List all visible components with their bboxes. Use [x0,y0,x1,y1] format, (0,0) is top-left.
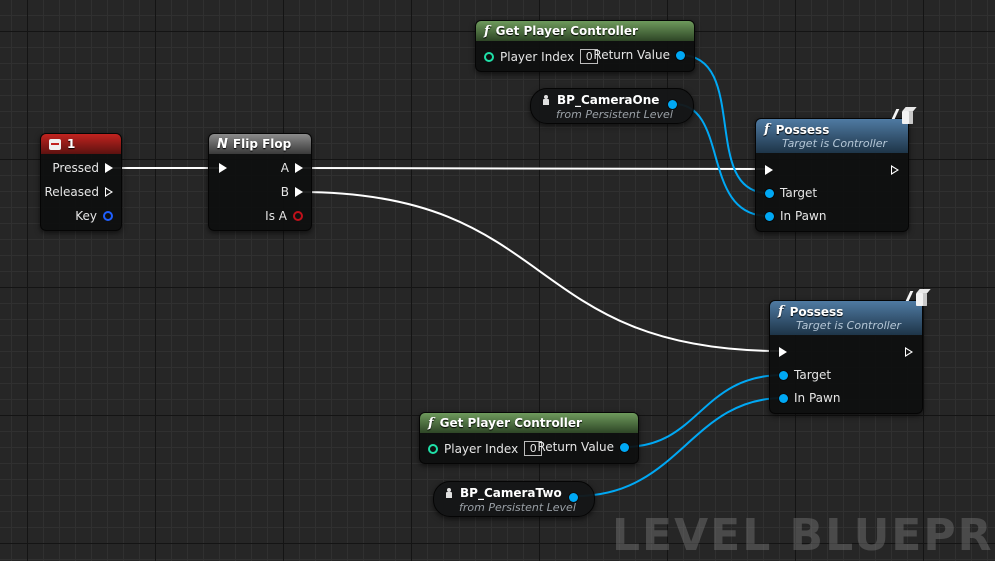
key-label: Key [75,209,97,223]
return-value-top-row: Return Value [593,48,685,62]
possess-top-header[interactable]: f Possess Target is Controller [756,119,908,153]
get-player-controller-top-title: Get Player Controller [495,24,638,38]
bp-camera-one-out-pin[interactable] [668,100,677,109]
flip-flop-is-a-row: Is A [265,209,303,223]
player-index-bottom-label: Player Index [444,441,519,456]
object-wire-camera-one-to-pawn-top[interactable] [673,103,769,217]
possess-top-title: Possess [775,122,830,137]
key-event-node[interactable]: 1 Pressed Released Key [40,133,122,231]
possess-top-exec-out-row [891,165,899,175]
key-event-title: 1 [67,137,76,151]
get-player-controller-bottom-header[interactable]: f Get Player Controller [420,413,638,433]
function-icon: f [764,122,770,137]
flip-flop-b-label: B [280,185,289,199]
possess-top-exec-in-pin[interactable] [765,165,773,175]
actor-reference-icon [446,488,452,498]
player-index-top-label: Player Index [500,49,575,64]
possess-bottom-exec-in-row [779,347,787,357]
possess-bottom-node[interactable]: f Possess Target is Controller Target In… [769,291,927,414]
get-player-controller-top-node[interactable]: f Get Player Controller Player Index 0 R… [475,20,695,72]
released-pin-row: Released [44,185,113,199]
possess-top-node[interactable]: f Possess Target is Controller Target In… [755,109,913,232]
function-icon: f [428,415,434,431]
server-only-icon [891,107,916,129]
possess-top-subtitle: Target is Controller [782,137,888,150]
return-value-bottom-pin[interactable] [620,442,629,452]
bp-camera-two-out-pin[interactable] [569,493,578,502]
is-a-bool-pin[interactable] [293,211,303,221]
possess-bottom-subtitle: Target is Controller [796,319,902,332]
bp-camera-one-subtitle: from Persistent Level [556,108,673,121]
flip-flop-is-a-label: Is A [265,209,287,223]
get-player-controller-bottom-title: Get Player Controller [439,416,582,430]
flip-flop-b-row: B [281,185,303,199]
flip-flop-a-exec-pin[interactable] [295,163,303,173]
possess-bottom-in-pawn-row: In Pawn [779,391,840,405]
possess-top-target-pin[interactable] [765,188,774,198]
return-value-top-pin[interactable] [676,50,685,60]
actor-reference-icon [543,95,549,105]
server-only-icon [905,289,930,311]
bp-camera-two-subtitle: from Persistent Level [459,501,576,514]
keyboard-icon [49,138,61,150]
key-struct-pin[interactable] [103,211,113,221]
flip-flop-a-label: A [280,161,289,175]
player-index-bottom-row: Player Index 0 [428,441,543,456]
pressed-pin-row: Pressed [52,161,113,175]
flip-flop-exec-in-pin[interactable] [219,163,227,173]
exec-wire-a-to-possess-top[interactable] [299,167,767,170]
flip-flop-a-row: A [281,161,303,175]
possess-bottom-in-pawn-pin[interactable] [779,393,788,403]
function-icon: f [484,23,490,39]
pressed-label: Pressed [52,161,99,175]
flip-flop-title: Flip Flop [232,137,292,151]
get-player-controller-bottom-node[interactable]: f Get Player Controller Player Index 0 R… [419,412,639,464]
bp-camera-two-node[interactable]: BP_CameraTwo from Persistent Level [433,481,595,517]
released-exec-pin[interactable] [105,187,113,197]
possess-top-exec-out-pin[interactable] [891,165,899,175]
exec-wire-b-to-possess-bottom[interactable] [299,191,782,352]
possess-bottom-in-pawn-label: In Pawn [794,391,841,405]
possess-top-exec-in-row [765,165,773,175]
possess-bottom-exec-out-row [905,347,913,357]
bp-camera-one-node[interactable]: BP_CameraOne from Persistent Level [530,88,694,124]
bp-camera-two-title: BP_CameraTwo [460,486,562,500]
flip-flop-exec-in-row [219,163,227,173]
return-value-bottom-label: Return Value [537,440,614,454]
player-index-top-row: Player Index 0 [484,49,599,64]
macro-icon: N [217,136,228,152]
possess-bottom-header[interactable]: f Possess Target is Controller [770,301,922,335]
key-pin-row: Key [75,209,113,223]
player-index-bottom-pin[interactable] [428,443,438,454]
return-value-bottom-row: Return Value [537,440,629,454]
get-player-controller-top-header[interactable]: f Get Player Controller [476,21,694,41]
possess-top-target-row: Target [765,186,817,200]
flip-flop-b-exec-pin[interactable] [295,187,303,197]
blueprint-graph-canvas[interactable]: 1 Pressed Released Key N Flip Flop A B I… [0,0,995,561]
possess-bottom-exec-out-pin[interactable] [905,347,913,357]
flip-flop-node[interactable]: N Flip Flop A B Is A [208,133,312,231]
possess-top-in-pawn-label: In Pawn [780,209,827,223]
possess-top-in-pawn-row: In Pawn [765,209,826,223]
key-event-header[interactable]: 1 [41,134,121,154]
pressed-exec-pin[interactable] [105,163,113,173]
possess-top-in-pawn-pin[interactable] [765,211,774,221]
function-icon: f [778,304,784,319]
possess-top-target-label: Target [780,186,818,200]
possess-bottom-title: Possess [789,304,844,319]
released-label: Released [44,185,99,199]
flip-flop-header[interactable]: N Flip Flop [209,134,311,154]
level-blueprint-watermark: LEVEL BLUEPRI [612,510,995,561]
possess-bottom-exec-in-pin[interactable] [779,347,787,357]
bp-camera-one-title: BP_CameraOne [557,93,660,107]
possess-bottom-target-row: Target [779,368,831,382]
return-value-top-label: Return Value [593,48,670,62]
possess-bottom-target-label: Target [794,368,832,382]
player-index-top-pin[interactable] [484,51,494,62]
possess-bottom-target-pin[interactable] [779,370,788,380]
object-wire-controller-to-target-bottom[interactable] [623,374,784,448]
